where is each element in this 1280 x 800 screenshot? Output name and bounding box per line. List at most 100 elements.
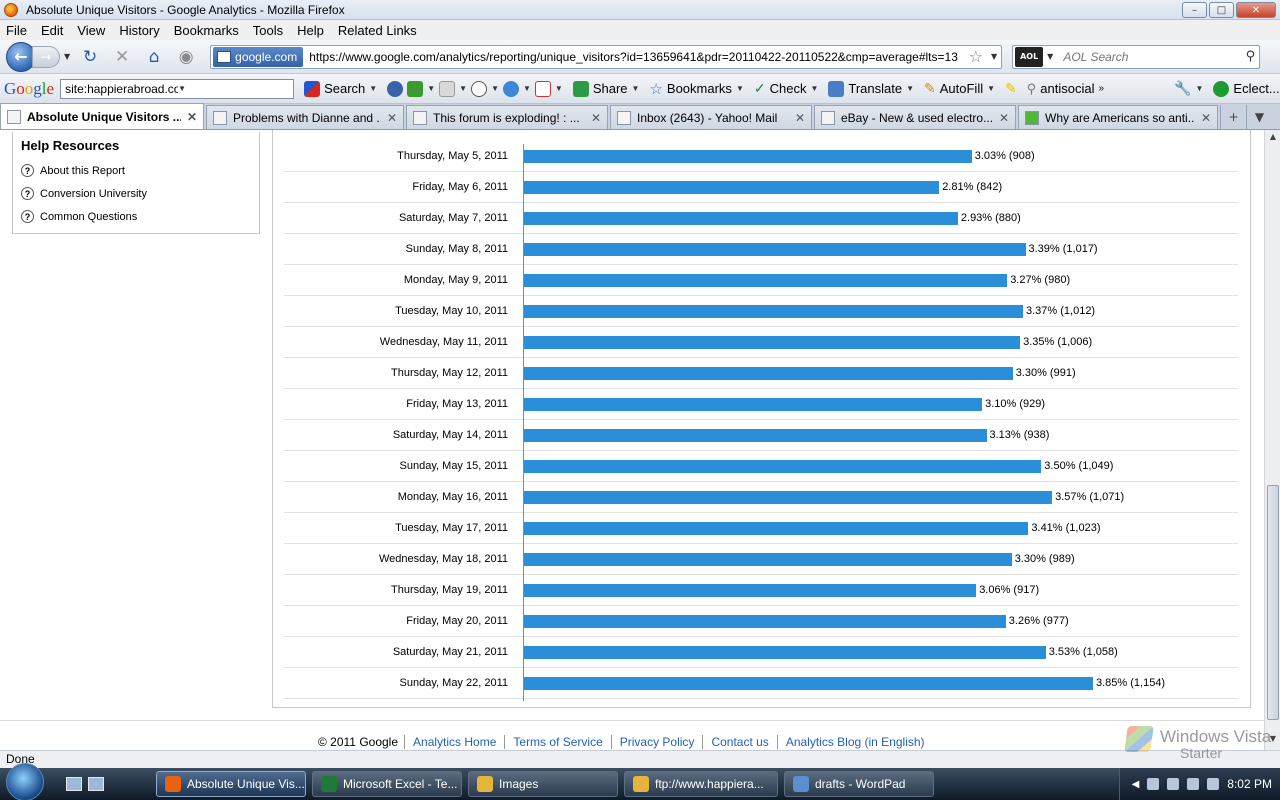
footer-link-contact[interactable]: Contact us — [702, 735, 776, 749]
globe-button[interactable]: ◉ — [175, 46, 197, 68]
search-input[interactable] — [1063, 49, 1246, 64]
scroll-up-icon[interactable]: ▲ — [1265, 132, 1280, 146]
home-button[interactable]: ⌂ — [143, 46, 165, 68]
menu-edit[interactable]: Edit — [41, 23, 63, 38]
tab-analytics[interactable]: Absolute Unique Visitors ... ✕ — [0, 103, 204, 129]
google-search-dropdown-icon[interactable]: ▼ — [178, 84, 291, 93]
footer-link-terms[interactable]: Terms of Service — [504, 735, 610, 749]
stop-button[interactable]: ✕ — [111, 46, 133, 68]
menu-help[interactable]: Help — [297, 23, 324, 38]
footer-link-analytics-home[interactable]: Analytics Home — [404, 735, 504, 749]
tab-problems[interactable]: Problems with Dianne and ... ✕ — [206, 105, 404, 129]
eclect-button[interactable]: Eclect... ▼ — [1213, 80, 1280, 97]
new-tab-button[interactable]: + — [1220, 105, 1246, 129]
highlighter-button[interactable]: ✎ — [1005, 80, 1017, 97]
scroll-thumb[interactable] — [1267, 485, 1279, 720]
close-window-button[interactable]: ✕ — [1236, 2, 1276, 18]
globe-tool-icon[interactable] — [387, 80, 404, 97]
autofill-dropdown-icon[interactable]: ▼ — [987, 84, 995, 93]
minimize-button[interactable]: – — [1182, 2, 1207, 18]
autofill-button[interactable]: ✎ AutoFill ▼ — [924, 80, 995, 97]
taskbar-item-ftp[interactable]: ftp://www.happiera... — [624, 771, 778, 797]
check-dropdown-icon[interactable]: ▼ — [810, 84, 818, 93]
taskbar-item-excel[interactable]: Microsoft Excel - Te... — [312, 771, 462, 797]
bookmark-star-icon[interactable]: ☆ — [969, 47, 983, 66]
clock[interactable]: 8:02 PM — [1227, 777, 1272, 791]
menu-view[interactable]: View — [77, 23, 105, 38]
tab-americans[interactable]: Why are Americans so anti... ✕ — [1018, 105, 1218, 129]
close-tab-icon[interactable]: ✕ — [187, 110, 197, 124]
taskbar-item-firefox[interactable]: Absolute Unique Vis... — [156, 771, 306, 797]
battery-icon[interactable] — [1187, 778, 1200, 790]
menu-file[interactable]: File — [6, 23, 27, 38]
tray-app-icon[interactable] — [1147, 778, 1160, 790]
page-scrollbar[interactable]: ▲ ▼ — [1264, 130, 1280, 750]
frog-dropdown-icon[interactable]: ▼ — [427, 84, 435, 93]
mail-dropdown-icon[interactable]: ▼ — [555, 84, 563, 93]
menu-related-links[interactable]: Related Links — [338, 23, 417, 38]
footer-link-blog[interactable]: Analytics Blog (in English) — [776, 735, 933, 749]
menu-bookmarks[interactable]: Bookmarks — [174, 23, 239, 38]
volume-icon[interactable] — [1207, 778, 1220, 790]
bookmarks-button[interactable]: ☆ Bookmarks ▼ — [649, 80, 743, 98]
tab-yahoo-mail[interactable]: Inbox (2643) - Yahoo! Mail ✕ — [610, 105, 812, 129]
tray-expand-icon[interactable]: ◀ — [1132, 779, 1140, 790]
menu-tools[interactable]: Tools — [253, 23, 283, 38]
maximize-button[interactable]: □ — [1209, 2, 1234, 18]
network-icon[interactable] — [1167, 778, 1180, 790]
close-tab-icon[interactable]: ✕ — [1201, 111, 1211, 125]
tab-forum[interactable]: This forum is exploding! : ... ✕ — [406, 105, 608, 129]
close-tab-icon[interactable]: ✕ — [795, 111, 805, 125]
search-dropdown-icon[interactable]: ▼ — [369, 84, 377, 93]
puzzle-icon[interactable] — [502, 80, 519, 97]
url-bar[interactable]: google.com https://www.google.com/analyt… — [210, 44, 1003, 69]
tab-ebay[interactable]: eBay - New & used electro... ✕ — [814, 105, 1016, 129]
share-button[interactable]: Share ▼ — [572, 80, 640, 97]
footer-link-privacy[interactable]: Privacy Policy — [610, 735, 703, 749]
translate-dropdown-icon[interactable]: ▼ — [906, 84, 914, 93]
check-button[interactable]: ✓ Check ▼ — [754, 80, 819, 97]
search-engine-dropdown-icon[interactable]: ▼ — [1047, 52, 1053, 61]
toolbar-extra-buttons[interactable]: ▼ ▼ ▼ ▼ ▼ — [387, 80, 563, 97]
clock-dropdown-icon[interactable]: ▼ — [491, 84, 499, 93]
share-dropdown-icon[interactable]: ▼ — [632, 84, 640, 93]
switch-windows-icon[interactable] — [88, 777, 104, 791]
search-box[interactable]: AOL ▼ ⚲ — [1012, 44, 1261, 69]
show-desktop-icon[interactable] — [66, 777, 82, 791]
taskbar-item-wordpad[interactable]: drafts - WordPad — [784, 771, 934, 797]
popup-dropdown-icon[interactable]: ▼ — [459, 84, 467, 93]
wrench-button[interactable]: 🔧 ▼ — [1174, 80, 1203, 97]
puzzle-dropdown-icon[interactable]: ▼ — [523, 84, 531, 93]
frog-icon[interactable] — [407, 80, 424, 97]
history-dropdown-icon[interactable]: ▼ — [64, 52, 70, 61]
mail-icon[interactable] — [534, 80, 551, 97]
popup-blocker-icon[interactable] — [439, 80, 456, 97]
wrench-dropdown-icon[interactable]: ▼ — [1196, 84, 1204, 93]
close-tab-icon[interactable]: ✕ — [591, 111, 601, 125]
more-chevron-icon[interactable]: » — [1099, 83, 1105, 94]
site-identity-button[interactable]: google.com — [213, 46, 304, 67]
forward-button[interactable]: → — [32, 45, 60, 68]
google-logo[interactable]: Google — [4, 79, 54, 99]
google-search-button[interactable]: Search ▼ — [304, 80, 377, 97]
chart-value-label: 2.81% (842) — [942, 181, 1003, 193]
help-link-about-report[interactable]: ? About this Report — [21, 159, 251, 182]
list-all-tabs-button[interactable]: ▼ — [1246, 105, 1272, 129]
bookmarks-dropdown-icon[interactable]: ▼ — [736, 84, 744, 93]
search-term-button[interactable]: ⚲ antisocial » — [1027, 81, 1104, 97]
url-dropdown-icon[interactable]: ▼ — [991, 52, 997, 61]
search-engine-icon[interactable]: AOL — [1015, 46, 1044, 67]
menu-history[interactable]: History — [119, 23, 159, 38]
close-tab-icon[interactable]: ✕ — [387, 111, 397, 125]
start-button[interactable] — [6, 763, 44, 800]
help-link-conversion-university[interactable]: ? Conversion University — [21, 182, 251, 205]
google-search-input[interactable]: site:happierabroad.com antisocial americ… — [60, 78, 295, 99]
reload-button[interactable]: ↻ — [79, 46, 101, 68]
clock-icon[interactable] — [471, 80, 488, 97]
taskbar-item-images[interactable]: Images — [468, 771, 618, 797]
url-input[interactable]: https://www.google.com/analytics/reporti… — [303, 50, 964, 64]
close-tab-icon[interactable]: ✕ — [999, 111, 1009, 125]
help-link-common-questions[interactable]: ? Common Questions — [21, 205, 251, 228]
search-icon[interactable]: ⚲ — [1246, 49, 1256, 64]
translate-button[interactable]: Translate ▼ — [828, 80, 914, 97]
